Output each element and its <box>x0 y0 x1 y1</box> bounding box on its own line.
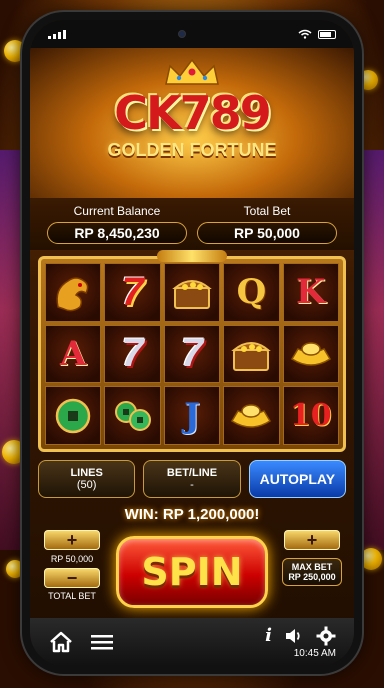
nav-right: i 10:45 AM <box>265 625 336 659</box>
settings-gear-icon[interactable] <box>316 626 336 646</box>
queen-symbol: Q <box>223 263 280 322</box>
silver-seven-icon: 7 <box>163 324 221 384</box>
game-screen: CK789 GOLDEN FORTUNE Current Balance RP … <box>30 20 354 666</box>
max-bet-button[interactable]: MAX BET RP 250,000 <box>282 558 342 586</box>
treasure-chest-icon <box>223 324 280 384</box>
home-icon[interactable] <box>48 630 74 654</box>
red-seven-icon: 7 <box>104 263 161 322</box>
status-bar <box>30 20 354 48</box>
phone-frame: CK789 GOLDEN FORTUNE Current Balance RP … <box>22 12 362 674</box>
jade-coins-icon <box>104 386 161 445</box>
lines-button[interactable]: LINES (50) <box>38 460 136 498</box>
nav-icons: i <box>265 625 336 646</box>
front-camera <box>178 30 186 38</box>
total-bet-display: Total Bet RP 50,000 <box>197 198 337 250</box>
bet-per-line-value: - <box>190 479 194 491</box>
crown-icon <box>165 58 219 85</box>
info-icon[interactable]: i <box>265 625 272 646</box>
total-bet-label: Total Bet <box>243 204 291 218</box>
ace-symbol: A <box>45 324 102 384</box>
bet-per-line-button[interactable]: BET/LINE - <box>143 460 241 498</box>
spin-button[interactable]: SPIN <box>116 536 268 608</box>
battery-icon <box>318 29 336 39</box>
game-logo: CK789 <box>114 86 271 140</box>
gold-ingot-icon <box>223 386 280 445</box>
win-display: WIN: RP 1,200,000! <box>124 506 260 523</box>
decrease-bet-button[interactable]: − <box>44 568 100 588</box>
silver-seven-icon: 7 <box>104 324 161 384</box>
balance-label: Current Balance <box>73 204 161 218</box>
increase-bet-button[interactable]: + <box>44 530 100 550</box>
treasure-chest-icon <box>163 263 221 322</box>
total-bet-value: RP 50,000 <box>197 222 337 244</box>
max-bet-controls: + MAX BET RP 250,000 <box>280 530 344 586</box>
clock-time: 10:45 AM <box>293 648 336 659</box>
nav-left <box>48 630 114 654</box>
reel-grid: 7 Q K A 7 7 J 10 <box>45 263 339 445</box>
game-subtitle: GOLDEN FORTUNE <box>107 140 277 160</box>
bottom-nav: i 10:45 AM <box>30 618 354 666</box>
menu-icon[interactable] <box>90 632 114 652</box>
reel-ornament <box>157 250 227 262</box>
increase-max-bet-button[interactable]: + <box>284 530 340 550</box>
jade-coin-icon <box>45 386 102 445</box>
lines-label: LINES <box>70 467 103 479</box>
total-bet-caption: TOTAL BET <box>48 591 96 601</box>
signal-icon <box>48 29 66 39</box>
status-right <box>298 29 336 39</box>
king-symbol: K <box>282 263 339 322</box>
bet-per-line-label: BET/LINE <box>166 467 218 479</box>
autoplay-button[interactable]: AUTOPLAY <box>248 460 346 498</box>
gold-ingot-icon <box>282 324 339 384</box>
current-balance: Current Balance RP 8,450,230 <box>47 198 187 250</box>
control-row: LINES (50) BET/LINE - AUTOPLAY <box>38 460 346 498</box>
dragon-icon <box>45 263 102 322</box>
jack-symbol: J <box>163 386 221 445</box>
lines-value: (50) <box>76 479 97 491</box>
ten-symbol: 10 <box>282 386 339 445</box>
slot-reels: 7 Q K A 7 7 J 10 <box>38 250 346 452</box>
wifi-icon <box>298 29 312 39</box>
max-bet-label: MAX BET <box>291 562 333 572</box>
coin-decor <box>360 548 382 570</box>
max-bet-value: RP 250,000 <box>288 572 336 582</box>
game-header: CK789 GOLDEN FORTUNE <box>30 48 354 198</box>
sound-icon[interactable] <box>284 627 304 645</box>
balance-value: RP 8,450,230 <box>47 222 187 244</box>
balance-panel: Current Balance RP 8,450,230 Total Bet R… <box>30 198 354 250</box>
total-bet-controls: + RP 50,000 − TOTAL BET <box>40 530 104 601</box>
bet-amount: RP 50,000 <box>50 554 94 564</box>
